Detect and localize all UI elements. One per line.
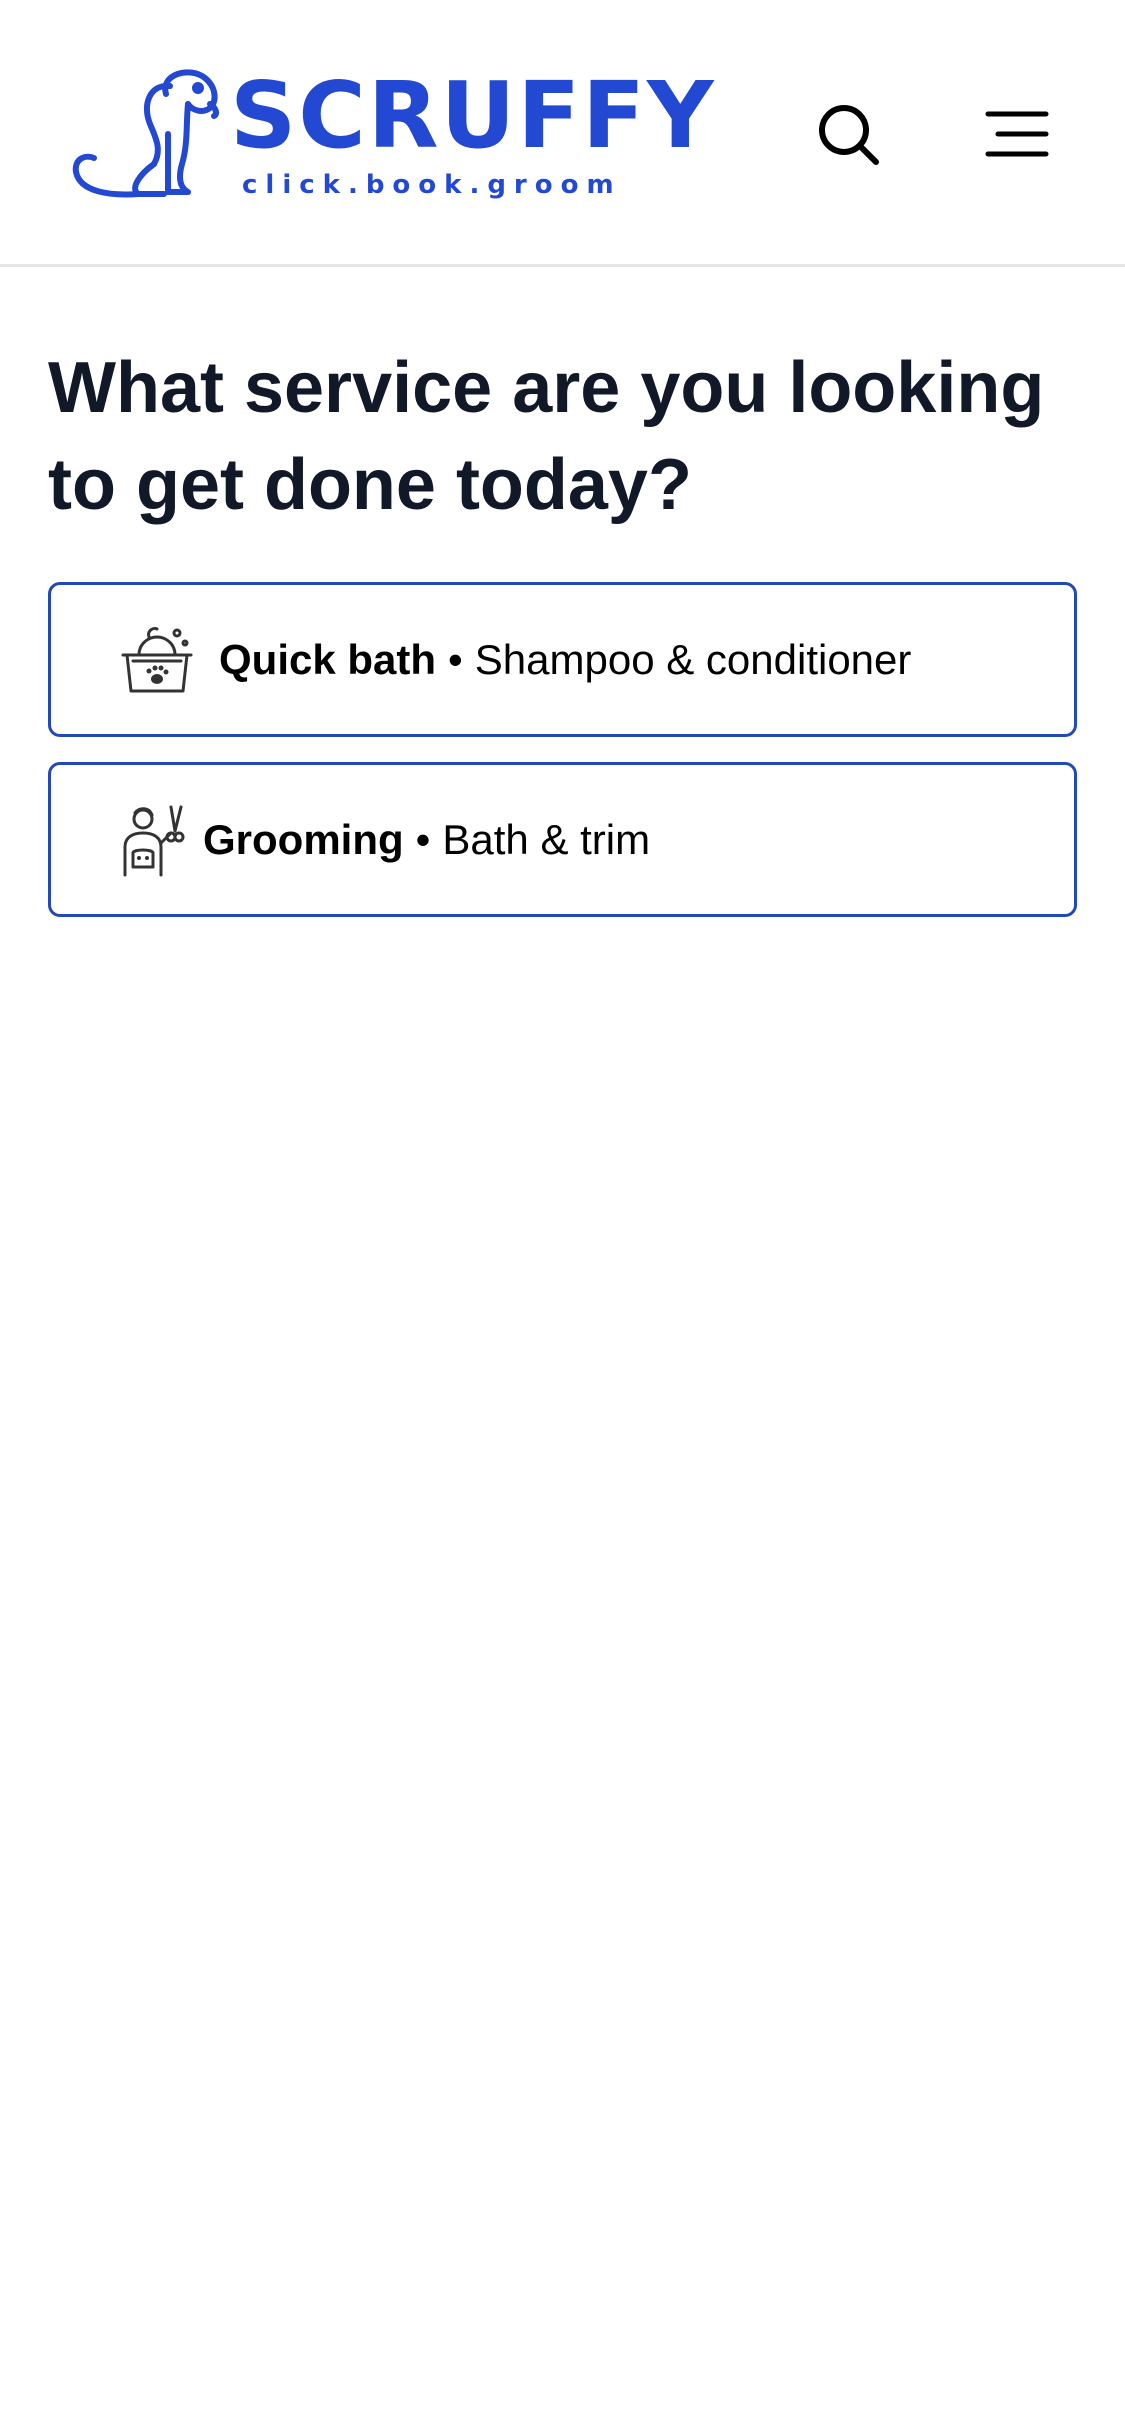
page-title: What service are you looking to get done… (48, 348, 1045, 525)
site-header: SCRUFFY click.book.groom (0, 0, 1125, 267)
service-option-quick-bath[interactable]: Quick bath • Shampoo & conditioner (48, 582, 1077, 737)
dog-logo-icon (72, 69, 220, 198)
logo-wordmark: SCRUFFY (230, 62, 716, 169)
hamburger-menu-icon (985, 111, 1049, 157)
service-description: Shampoo & conditioner (474, 636, 912, 683)
search-button[interactable] (816, 102, 882, 168)
separator-bullet: • (448, 636, 463, 683)
service-title: Quick bath (219, 636, 437, 683)
menu-button[interactable] (984, 108, 1050, 160)
service-description: Bath & trim (442, 816, 651, 863)
bath-tub-icon (121, 627, 193, 693)
service-option-grooming[interactable]: Grooming • Bath & trim (48, 762, 1077, 917)
search-icon (819, 105, 879, 165)
scruffy-logo[interactable]: SCRUFFY click.book.groom (70, 64, 714, 204)
groomer-icon (123, 805, 185, 877)
service-option-text: Grooming • Bath & trim (203, 765, 650, 914)
service-title: Grooming (203, 816, 404, 863)
separator-bullet: • (415, 816, 431, 863)
service-option-text: Quick bath • Shampoo & conditioner (219, 585, 911, 734)
logo-tagline: click.book.groom (242, 170, 622, 200)
